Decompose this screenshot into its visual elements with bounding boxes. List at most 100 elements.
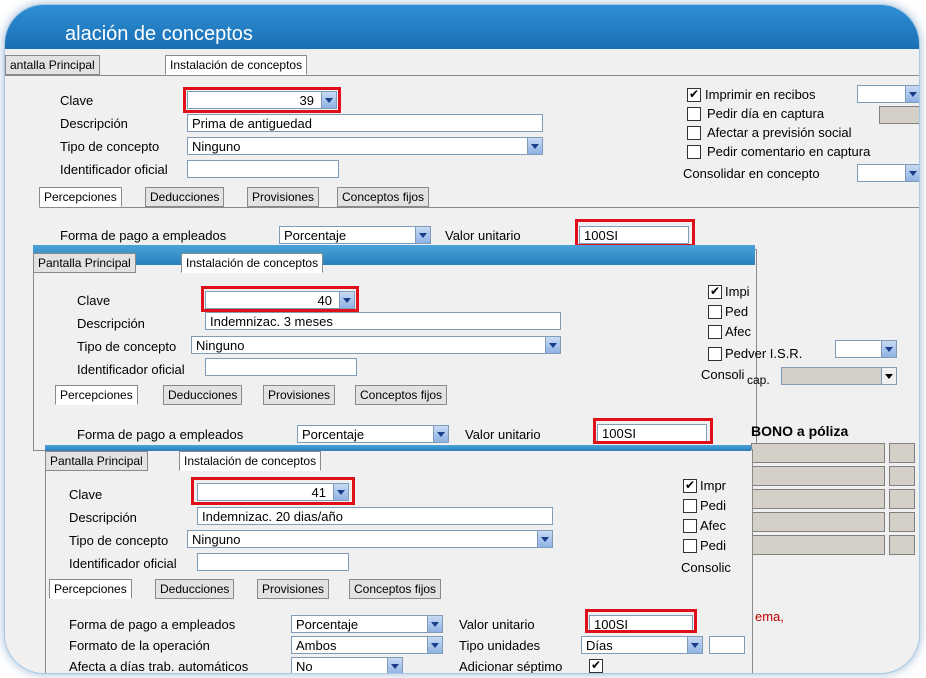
tipo-label: Tipo de concepto (77, 339, 177, 354)
tipo-select[interactable]: Ninguno (187, 530, 553, 548)
subtab-percepciones[interactable]: Percepciones (49, 579, 132, 599)
adicionar-septimo-checkbox[interactable]: ✔ (589, 659, 603, 673)
formato-operacion-label: Formato de la operación (69, 638, 210, 653)
tab-pantalla-principal[interactable]: Pantalla Principal (33, 253, 136, 273)
tipo-select[interactable]: Ninguno (191, 336, 561, 354)
chevron-down-icon[interactable] (881, 341, 896, 357)
highlight-box (575, 219, 695, 247)
pedir-dia-label: Pedir día en captura (707, 106, 825, 121)
consolidar-select[interactable] (857, 164, 919, 182)
subtab-provisiones[interactable]: Provisiones (257, 579, 330, 599)
chevron-down-icon[interactable] (537, 531, 552, 547)
highlight-box (593, 418, 713, 444)
tipo-unidades-value: Días (586, 638, 613, 653)
tipo-value: Ninguno (192, 532, 241, 547)
bono-cell[interactable] (751, 535, 885, 555)
highlight-box (585, 609, 697, 633)
chevron-down-icon[interactable] (881, 368, 896, 384)
descripcion-label: Descripción (69, 510, 137, 525)
bono-cell[interactable] (751, 466, 885, 486)
chevron-down-icon[interactable] (527, 138, 542, 154)
bono-cell[interactable] (889, 512, 915, 532)
tab-instalacion-conceptos[interactable]: Instalación de conceptos (181, 253, 324, 273)
tab-instalacion-conceptos[interactable]: Instalación de conceptos (179, 451, 322, 471)
identificador-field[interactable] (187, 160, 339, 178)
afectar-checkbox[interactable] (683, 519, 697, 533)
chevron-down-icon[interactable] (905, 165, 919, 181)
afectar-checkbox[interactable] (708, 325, 722, 339)
pedir-dia-checkbox[interactable] (687, 107, 701, 121)
pedir-checkbox[interactable] (683, 499, 697, 513)
cap-label: cap. (747, 373, 770, 387)
chevron-down-icon[interactable] (427, 637, 442, 653)
afectar-label: Afec (725, 324, 752, 339)
pedir-label: Ped (725, 304, 749, 319)
afectar-checkbox[interactable] (687, 126, 701, 140)
forma-pago-value: Porcentaje (284, 228, 347, 243)
afecta-dias-select[interactable]: No (291, 657, 403, 673)
subtab-conceptos-fijos[interactable]: Conceptos fijos (349, 579, 442, 599)
subtab-conceptos-fijos[interactable]: Conceptos fijos (337, 187, 430, 207)
subtab-conceptos-fijos[interactable]: Conceptos fijos (355, 385, 448, 405)
window-title: alación de conceptos (65, 23, 253, 45)
consolidar-select[interactable] (781, 367, 897, 385)
chevron-down-icon[interactable] (415, 227, 430, 243)
consolidar-label: Consolidar en concepto (683, 166, 820, 181)
bono-cell[interactable] (889, 535, 915, 555)
descripcion-label: Descripción (60, 116, 128, 131)
subtab-deducciones[interactable]: Deducciones (145, 187, 225, 207)
tab-pantalla-principal[interactable]: Pantalla Principal (45, 451, 148, 471)
chevron-down-icon[interactable] (387, 658, 402, 673)
subtab-provisiones[interactable]: Provisiones (247, 187, 320, 207)
chevron-down-icon[interactable] (905, 86, 919, 102)
afectar-label: Afec (700, 518, 727, 533)
clave-label: Clave (69, 487, 103, 502)
pedver-select[interactable] (835, 340, 897, 358)
comentario-checkbox[interactable] (687, 145, 701, 159)
descripcion-field[interactable]: Prima de antiguedad (187, 114, 543, 132)
bono-label: BONO a póliza (751, 423, 849, 439)
subtab-provisiones[interactable]: Provisiones (263, 385, 336, 405)
bono-cell[interactable] (751, 489, 885, 509)
chevron-down-icon[interactable] (687, 637, 702, 653)
chevron-down-icon[interactable] (433, 426, 448, 442)
formato-operacion-value: Ambos (296, 638, 337, 653)
pedir-checkbox[interactable] (708, 305, 722, 319)
chevron-down-icon[interactable] (427, 616, 442, 632)
unidades-field[interactable] (709, 636, 745, 654)
formato-operacion-select[interactable]: Ambos (291, 636, 443, 654)
tipo-unidades-select[interactable]: Días (581, 636, 703, 654)
bono-cell[interactable] (889, 443, 915, 463)
identificador-field[interactable] (205, 358, 357, 376)
bono-cell[interactable] (889, 466, 915, 486)
subtab-percepciones[interactable]: Percepciones (39, 187, 122, 207)
tab-instalacion-conceptos[interactable]: Instalación de conceptos (165, 55, 308, 75)
tipo-label: Tipo de concepto (69, 533, 169, 548)
bono-cell[interactable] (751, 443, 885, 463)
forma-pago-select[interactable]: Porcentaje (279, 226, 431, 244)
subtab-percepciones[interactable]: Percepciones (55, 385, 138, 405)
imprimir-checkbox[interactable]: ✔ (683, 479, 697, 493)
subtab-deducciones[interactable]: Deducciones (155, 579, 235, 599)
imprimir-checkbox[interactable]: ✔ (687, 88, 701, 102)
subtab-deducciones[interactable]: Deducciones (163, 385, 243, 405)
tab-pantalla-principal[interactable]: antalla Principal (5, 55, 100, 75)
identificador-label: Identificador oficial (60, 162, 168, 177)
imprimir-checkbox[interactable]: ✔ (708, 285, 722, 299)
tipo-select[interactable]: Ninguno (187, 137, 543, 155)
pedir-comentario-checkbox[interactable] (683, 539, 697, 553)
imprimir-select[interactable] (857, 85, 919, 103)
pedir-comentario-label: Pedi (700, 538, 727, 553)
forma-pago-select[interactable]: Porcentaje (291, 615, 443, 633)
pedver-checkbox[interactable] (708, 347, 722, 361)
identificador-field[interactable] (197, 553, 349, 571)
pedir-dia-box[interactable] (879, 106, 919, 124)
ema-text: ema, (755, 609, 784, 624)
bono-cell[interactable] (889, 489, 915, 509)
descripcion-field[interactable]: Indemnizac. 20 dias/año (197, 507, 553, 525)
descripcion-field[interactable]: Indemnizac. 3 meses (205, 312, 561, 330)
chevron-down-icon[interactable] (545, 337, 560, 353)
tipo-label: Tipo de concepto (60, 139, 160, 154)
bono-cell[interactable] (751, 512, 885, 532)
forma-pago-select[interactable]: Porcentaje (297, 425, 449, 443)
